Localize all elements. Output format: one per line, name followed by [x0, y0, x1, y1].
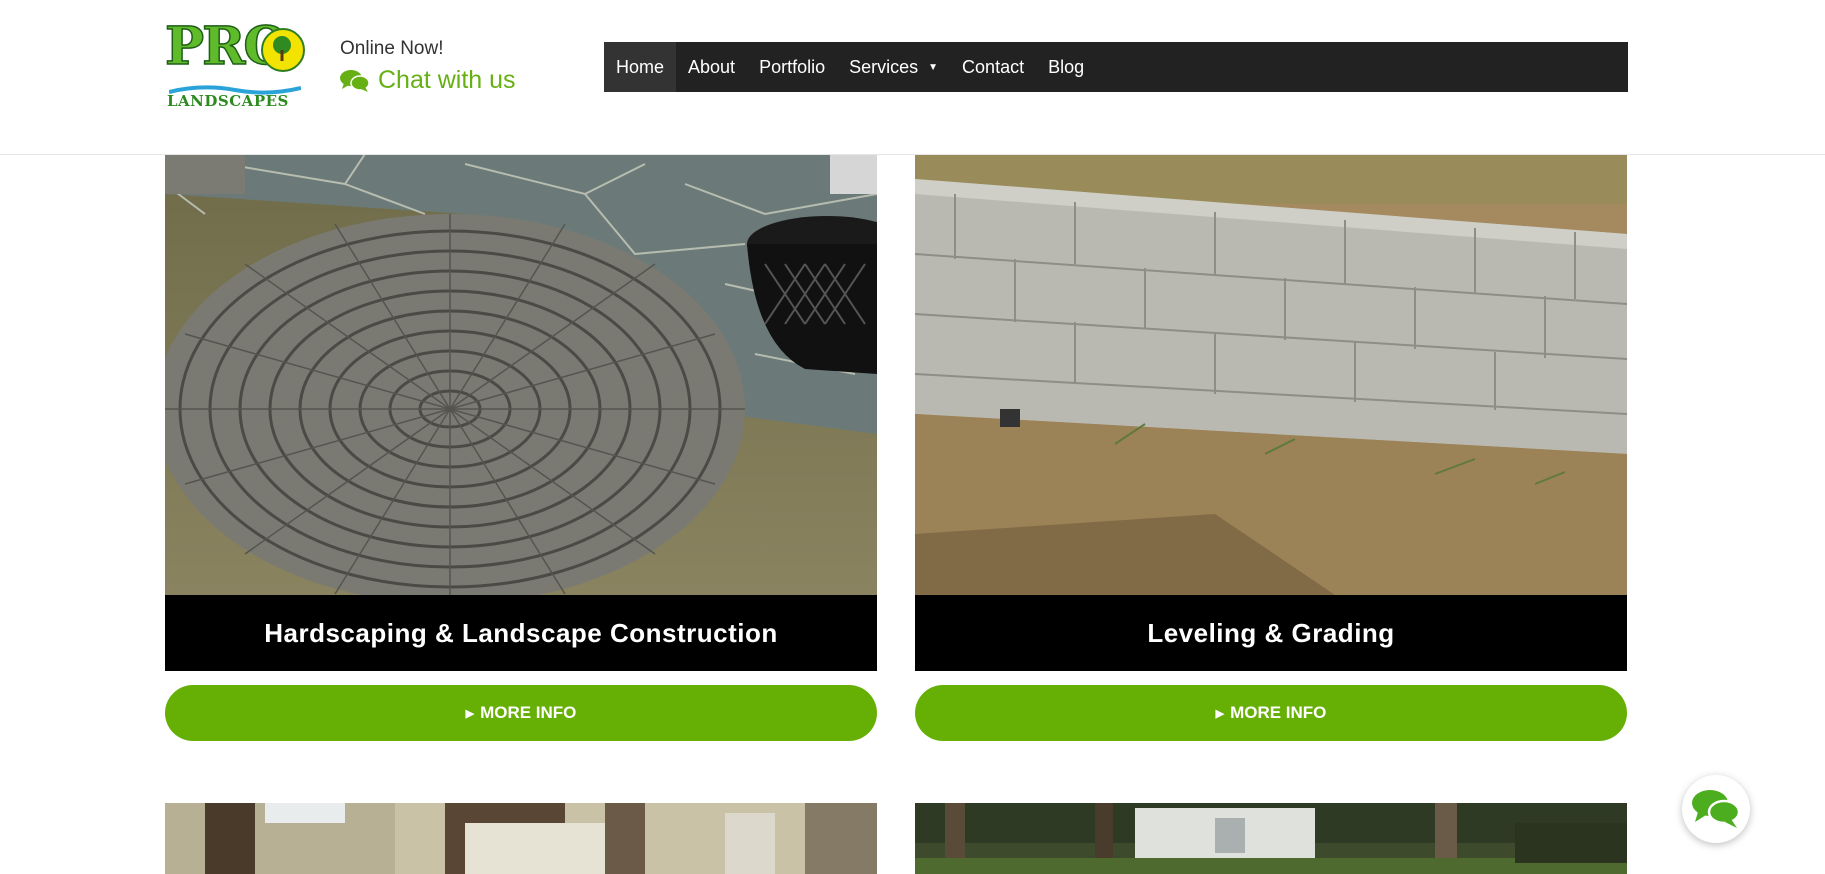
nav-item-portfolio[interactable]: Portfolio [747, 42, 837, 92]
yard-photo [915, 803, 1627, 874]
chat-with-us-link[interactable]: Chat with us [340, 66, 516, 95]
tree-icon [261, 28, 305, 72]
chat-bubbles-icon [1692, 790, 1741, 828]
nav-item-about[interactable]: About [676, 42, 747, 92]
more-info-label: MORE INFO [480, 703, 577, 722]
nav-item-blog[interactable]: Blog [1036, 42, 1096, 92]
chevron-down-icon: ▼ [928, 61, 939, 73]
more-info-button[interactable]: ▶ MORE INFO [165, 685, 877, 741]
nav-label-about: About [688, 56, 736, 77]
nav-label-portfolio: Portfolio [759, 56, 826, 77]
chat-bubbles-icon [340, 69, 370, 92]
logo-wordmark-landscapes: LANDSCAPES [167, 92, 289, 110]
more-info-label: MORE INFO [1230, 703, 1327, 722]
pro-landscapes-logo[interactable]: PRO LANDSCAPES [164, 20, 305, 110]
hardscaping-photo [165, 154, 877, 595]
service-title: Hardscaping & Landscape Construction [165, 595, 877, 671]
chat-widget-header: Online Now! Chat with us [340, 38, 516, 95]
chat-floating-button[interactable] [1682, 775, 1750, 843]
leveling-photo [915, 154, 1627, 595]
nav-label-services: Services [849, 56, 919, 77]
service-title: Leveling & Grading [915, 595, 1627, 671]
chat-with-us-label: Chat with us [378, 66, 516, 94]
site-header: PRO LANDSCAPES Online Now! Chat with us … [0, 0, 1825, 155]
nav-item-home[interactable]: Home [604, 42, 677, 92]
more-info-button[interactable]: ▶ MORE INFO [915, 685, 1627, 741]
nav-label-blog: Blog [1048, 56, 1085, 77]
nav-label-contact: Contact [962, 56, 1025, 77]
caret-right-icon: ▶ [1215, 707, 1225, 720]
nav-item-services[interactable]: Services ▼ [837, 42, 950, 92]
nav-label-home: Home [616, 56, 665, 77]
online-status: Online Now! [340, 38, 444, 59]
caret-right-icon: ▶ [465, 707, 475, 720]
house-photo [165, 803, 877, 874]
nav-item-contact[interactable]: Contact [950, 42, 1036, 92]
main-navigation: Home About Portfolio Services ▼ Contact … [604, 42, 1628, 92]
